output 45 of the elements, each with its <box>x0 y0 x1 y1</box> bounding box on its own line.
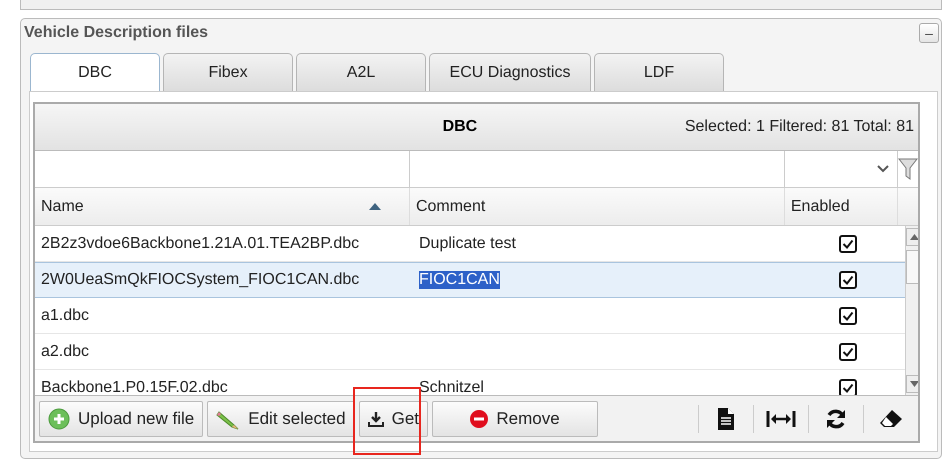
file-name: 2B2z3vdoe6Backbone1.21A.01.TEA2BP.dbc <box>41 234 360 252</box>
column-header[interactable]: Enabled <box>784 188 898 225</box>
minus-circle-icon <box>470 410 488 428</box>
tab[interactable]: ECU Diagnostics <box>429 53 591 91</box>
file-comment: Duplicate test <box>419 234 516 252</box>
document-icon <box>718 408 734 430</box>
column-label: Enabled <box>790 198 850 216</box>
plus-icon <box>48 408 70 430</box>
grid-summary: Selected: 1 Filtered: 81 Total: 81 <box>684 118 914 136</box>
tab[interactable]: A2L <box>296 53 426 91</box>
refresh-icon <box>825 408 847 430</box>
file-comment: FIOC1CAN <box>419 271 500 289</box>
checked-checkbox[interactable] <box>839 271 857 289</box>
tab[interactable]: DBC <box>30 53 160 91</box>
scroll-thumb[interactable] <box>906 250 918 284</box>
file-comment: Schnitzel <box>419 378 484 395</box>
table-row[interactable]: 2W0UeaSmQkFIOCSystem_FIOC1CAN.dbc FIOC1CAN <box>35 262 905 298</box>
panel-title: Vehicle Description files <box>24 24 208 42</box>
upload-button[interactable]: Upload new file <box>39 400 204 436</box>
tab[interactable]: LDF <box>594 53 724 91</box>
remove-button[interactable]: Remove <box>432 400 598 436</box>
file-name: 2W0UeaSmQkFIOCSystem_FIOC1CAN.dbc <box>41 271 360 289</box>
edit-button[interactable]: Edit selected <box>207 400 355 436</box>
file-name: Backbone1.P0.15F.02.dbc <box>41 378 228 395</box>
checked-checkbox[interactable] <box>839 378 857 395</box>
file-name: a2.dbc <box>41 342 90 360</box>
eraser-icon <box>879 408 903 428</box>
download-button[interactable]: Get <box>358 400 428 436</box>
column-label: Comment <box>416 198 486 216</box>
checked-checkbox[interactable] <box>839 306 857 324</box>
grid-title: DBC <box>442 118 478 136</box>
scroll-up-icon[interactable] <box>910 234 918 240</box>
file-name: a1.dbc <box>41 306 90 324</box>
scrollbar[interactable] <box>905 226 918 395</box>
column-header[interactable]: Comment <box>410 188 785 225</box>
checked-checkbox[interactable] <box>839 342 857 360</box>
collapse-button[interactable]: – <box>919 23 939 43</box>
checked-checkbox[interactable] <box>839 234 857 252</box>
tab[interactable]: Fibex <box>163 53 293 91</box>
fit-width-icon <box>766 410 796 428</box>
chevron-down-icon <box>877 165 889 173</box>
column-header[interactable]: Name <box>35 188 410 225</box>
scroll-down-icon[interactable] <box>910 381 918 387</box>
download-icon <box>368 410 384 426</box>
column-label: Name <box>41 198 84 216</box>
